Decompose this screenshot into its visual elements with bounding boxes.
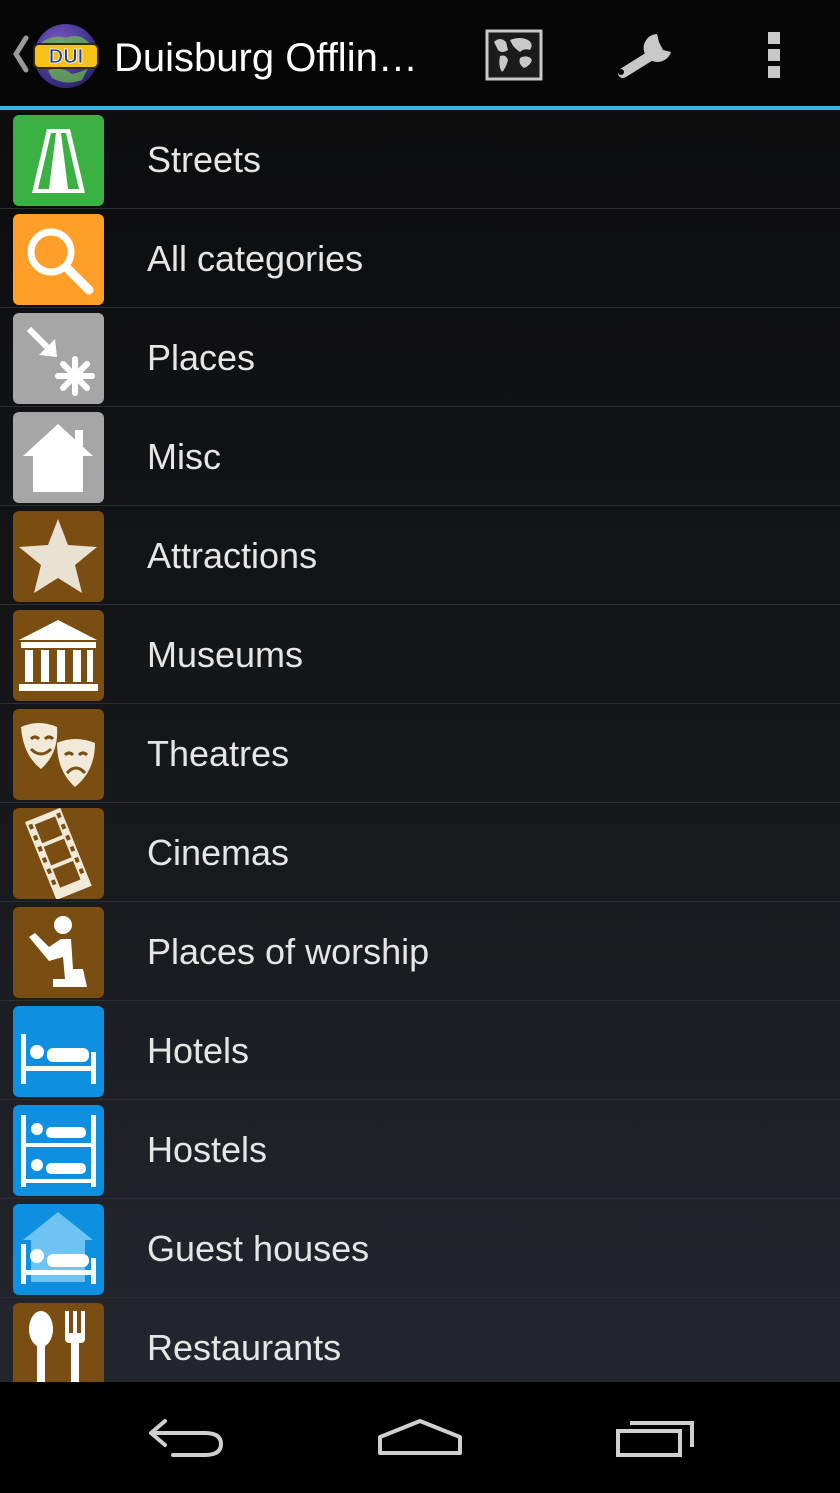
hostels-tile [13, 1105, 104, 1196]
app-logo-icon: DUI [33, 24, 99, 88]
attractions-tile [13, 511, 104, 602]
system-nav-bar [0, 1382, 840, 1493]
star-icon [19, 519, 97, 593]
home-icon [378, 1419, 462, 1455]
museums-tile [13, 610, 104, 701]
list-item-restaurants[interactable]: Restaurants [0, 1298, 840, 1382]
list-item-label: Hotels [147, 1030, 250, 1071]
cinemas-tile [13, 808, 104, 899]
list-item-label: Attractions [147, 535, 318, 576]
category-list[interactable]: Streets All categories Places Misc Attra… [0, 110, 840, 1382]
chevron-left-icon [13, 35, 29, 73]
list-item-label: Streets [147, 139, 262, 180]
misc-tile [13, 412, 104, 503]
guest-house-icon [21, 1212, 96, 1284]
list-item-misc[interactable]: Misc [0, 407, 840, 506]
list-item-attractions[interactable]: Attractions [0, 506, 840, 605]
list-item-label: Museums [147, 634, 304, 675]
places-icon [26, 326, 95, 396]
list-item-museums[interactable]: Museums [0, 605, 840, 704]
guest-houses-tile [13, 1204, 104, 1295]
theatres-tile [13, 709, 104, 800]
list-item-label: Hostels [147, 1129, 268, 1170]
list-item-places[interactable]: Places [0, 308, 840, 407]
app-title: Duisburg Offlin… [114, 36, 418, 80]
list-item-label: Places [147, 337, 256, 378]
recent-apps-icon [616, 1421, 694, 1457]
praying-person-icon [29, 916, 87, 987]
places-tile [13, 313, 104, 404]
list-item-theatres[interactable]: Theatres [0, 704, 840, 803]
list-item-guest-houses[interactable]: Guest houses [0, 1199, 840, 1298]
streets-tile [13, 115, 104, 206]
list-item-label: Cinemas [147, 832, 290, 873]
app-logo-text: DUI [49, 46, 83, 68]
magnifier-icon [27, 228, 94, 295]
list-item-label: Guest houses [147, 1228, 370, 1269]
places-of-worship-tile [13, 907, 104, 998]
road-icon [32, 129, 85, 193]
list-item-label: All categories [147, 238, 364, 279]
list-item-cinemas[interactable]: Cinemas [0, 803, 840, 902]
film-strip-icon [25, 808, 92, 899]
bunk-bed-icon [21, 1115, 96, 1187]
restaurants-tile [13, 1303, 104, 1382]
back-icon [149, 1419, 224, 1457]
list-item-hotels[interactable]: Hotels [0, 1001, 840, 1100]
list-item-streets[interactable]: Streets [0, 110, 840, 209]
overflow-menu-button[interactable] [734, 20, 814, 90]
home-button[interactable] [350, 1402, 490, 1472]
map-icon [485, 29, 543, 81]
list-item-label: Places of worship [147, 931, 430, 972]
list-item-label: Restaurants [147, 1327, 342, 1368]
museum-icon [19, 620, 98, 691]
wrench-icon [617, 34, 671, 79]
house-icon [23, 424, 93, 492]
bed-icon [21, 1034, 96, 1084]
hotels-tile [13, 1006, 104, 1097]
list-item-label: Misc [147, 436, 221, 477]
list-item-all-categories[interactable]: All categories [0, 209, 840, 308]
back-button[interactable] [117, 1402, 257, 1472]
list-item-hostels[interactable]: Hostels [0, 1100, 840, 1199]
app-home-up-button[interactable]: DUI Duisburg Offlin… [0, 0, 440, 106]
theatre-masks-icon [21, 723, 95, 787]
list-item-label: Theatres [147, 733, 290, 774]
list-item-places-of-worship[interactable]: Places of worship [0, 902, 840, 1001]
overflow-menu-icon [768, 32, 780, 78]
screen: DUI Duisburg Offlin… Streets All categor… [0, 0, 840, 1493]
settings-button[interactable] [604, 20, 684, 90]
map-button[interactable] [474, 20, 554, 90]
all-categories-tile [13, 214, 104, 305]
recent-apps-button[interactable] [586, 1402, 726, 1472]
action-bar: DUI Duisburg Offlin… [0, 0, 840, 110]
fork-spoon-icon [29, 1311, 85, 1382]
